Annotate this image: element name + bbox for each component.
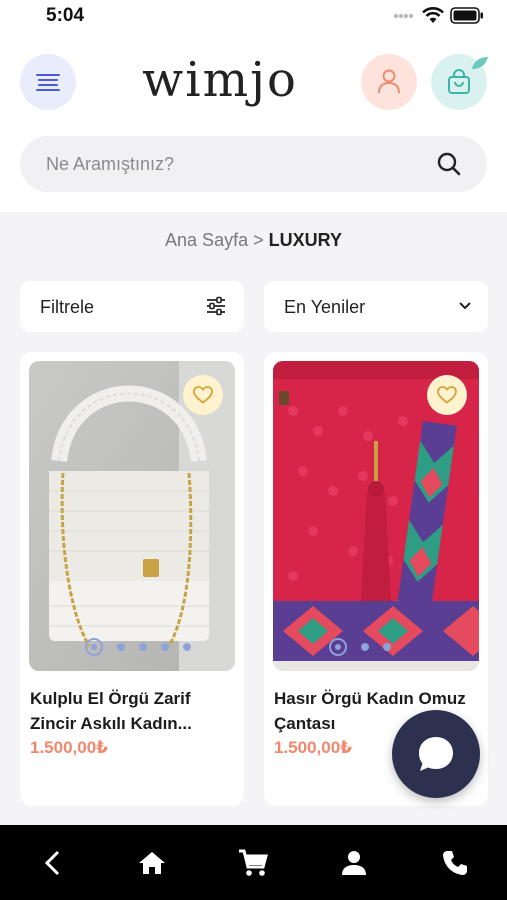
- brand-logo[interactable]: wimjo: [130, 50, 310, 110]
- breadcrumb-separator: >: [253, 230, 264, 250]
- profile-icon: [342, 851, 366, 875]
- menu-button[interactable]: [20, 54, 76, 110]
- app-header: wimjo: [0, 34, 507, 212]
- cart-icon: [448, 69, 470, 94]
- carousel-dot[interactable]: [361, 643, 369, 651]
- filter-icon: [207, 296, 225, 316]
- breadcrumb: Ana Sayfa > LUXURY: [0, 230, 507, 251]
- bottom-navigation: [0, 825, 507, 900]
- filter-button[interactable]: Filtrele: [20, 281, 244, 332]
- home-icon: [139, 852, 165, 874]
- product-price: 1.500,00₺: [30, 738, 109, 757]
- carousel-dot[interactable]: [85, 638, 103, 656]
- heart-icon: [437, 386, 457, 404]
- heart-icon: [193, 386, 213, 404]
- image-carousel-dots[interactable]: [329, 638, 391, 656]
- call-button[interactable]: [437, 845, 473, 881]
- cart-icon: [239, 849, 268, 876]
- chevron-down-icon: [459, 302, 471, 310]
- cart-nav-button[interactable]: [235, 845, 271, 881]
- menu-icon: [36, 74, 60, 91]
- carousel-dot[interactable]: [117, 643, 125, 651]
- favorite-button[interactable]: [183, 375, 223, 415]
- breadcrumb-home[interactable]: Ana Sayfa: [165, 230, 248, 250]
- product-title[interactable]: Kulplu El Örgü Zarif Zincir Askılı Kadın…: [30, 686, 235, 736]
- home-button[interactable]: [134, 845, 170, 881]
- carousel-dot[interactable]: [161, 643, 169, 651]
- sort-select[interactable]: En Yeniler: [264, 281, 488, 332]
- carousel-dot[interactable]: [183, 643, 191, 651]
- image-carousel-dots[interactable]: [85, 638, 191, 656]
- favorite-button[interactable]: [427, 375, 467, 415]
- cart-button[interactable]: [431, 54, 488, 110]
- battery-icon: [450, 7, 483, 24]
- product-image[interactable]: [29, 361, 235, 671]
- chat-icon: [419, 737, 453, 771]
- carousel-dot[interactable]: [383, 643, 391, 651]
- profile-button[interactable]: [336, 845, 372, 881]
- breadcrumb-current: LUXURY: [268, 230, 342, 250]
- account-button[interactable]: [361, 54, 417, 110]
- status-time: 5:04: [46, 5, 85, 26]
- product-image[interactable]: [273, 361, 479, 671]
- search-icon[interactable]: [437, 152, 461, 176]
- phone-icon: [443, 851, 467, 875]
- search-input[interactable]: [46, 136, 426, 192]
- chat-button[interactable]: [392, 710, 480, 798]
- user-icon: [378, 69, 400, 94]
- back-button[interactable]: [34, 845, 70, 881]
- status-bar: 5:04: [0, 0, 507, 34]
- wifi-icon: [422, 7, 444, 23]
- product-card[interactable]: Kulplu El Örgü Zarif Zincir Askılı Kadın…: [20, 352, 244, 806]
- product-price: 1.500,00₺: [274, 738, 353, 757]
- search-bar: [20, 136, 487, 192]
- leaf-icon: [472, 57, 488, 69]
- carousel-dot[interactable]: [139, 643, 147, 651]
- filter-label: Filtrele: [40, 297, 95, 317]
- signal-icon: [393, 13, 414, 19]
- sort-label: En Yeniler: [284, 297, 366, 317]
- back-icon: [44, 850, 60, 876]
- carousel-dot[interactable]: [329, 638, 347, 656]
